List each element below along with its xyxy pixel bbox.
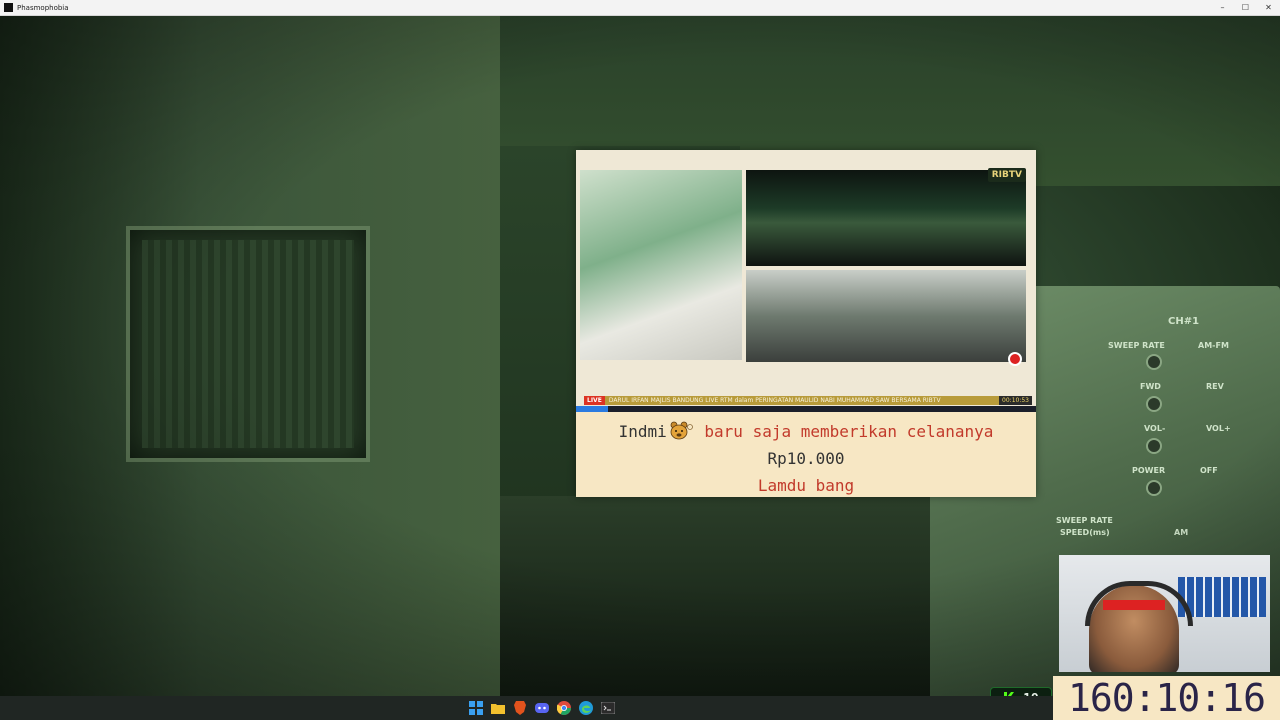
picture-frame-inner: [142, 240, 354, 448]
window-controls: – ☐ ✕: [1211, 0, 1280, 15]
terminal-icon[interactable]: [600, 700, 616, 716]
minimize-button[interactable]: –: [1211, 0, 1234, 15]
video-panel-stage: [746, 170, 1026, 266]
webcam-binders: [1178, 577, 1266, 617]
equip-label: SPEED(ms): [1060, 528, 1110, 537]
ticker-text: DARUL IRFAN MAJLIS BANDUNG LIVE RTM dala…: [608, 397, 941, 404]
donation-line-1: Indmi baru saja memberikan celananya: [576, 418, 1036, 445]
equip-label: VOL+: [1206, 424, 1231, 433]
equip-label: SWEEP RATE: [1056, 516, 1113, 525]
equip-label: SWEEP RATE: [1108, 341, 1165, 350]
equip-label: VOL-: [1144, 424, 1166, 433]
donor-name: Indmi: [618, 422, 667, 441]
close-button[interactable]: ✕: [1257, 0, 1280, 15]
ticker-clock: 00:10:53: [999, 396, 1032, 405]
equip-label: CH#1: [1168, 316, 1200, 327]
window-title-bar: Phasmophobia – ☐ ✕: [0, 0, 1280, 16]
headband: [1103, 600, 1165, 610]
app-icon: [4, 3, 13, 12]
equip-label: FWD: [1140, 382, 1161, 391]
equip-label: POWER: [1132, 466, 1166, 475]
taskbar-icons: [468, 700, 616, 716]
donation-action-text: baru saja memberikan celananya: [704, 422, 994, 441]
equipment-knob: [1146, 396, 1162, 412]
edge-icon[interactable]: [578, 700, 594, 716]
donation-amount: Rp10.000: [767, 449, 845, 468]
discord-icon[interactable]: [534, 700, 550, 716]
channel-logo-badge: RIBTV: [987, 168, 1026, 182]
bear-sticker-icon: [669, 421, 693, 441]
chrome-icon[interactable]: [556, 700, 572, 716]
equip-label: OFF: [1200, 466, 1218, 475]
equip-label: AM-FM: [1198, 341, 1229, 350]
equip-label: AM: [1174, 528, 1189, 537]
wall-picture-frame: [126, 226, 370, 462]
equipment-knob: [1146, 354, 1162, 370]
news-ticker: LIVE DARUL IRFAN MAJLIS BANDUNG LIVE RTM…: [584, 396, 1032, 405]
taskbar: [0, 696, 1053, 720]
video-progress-bar[interactable]: [576, 406, 1036, 412]
file-explorer-icon[interactable]: [490, 700, 506, 716]
donation-alert: RIBTV LIVE DARUL IRFAN MAJLIS BANDUNG LI…: [576, 150, 1036, 497]
video-panel-crowd: [746, 270, 1026, 362]
windows-start-icon[interactable]: [468, 700, 484, 716]
donation-note: Lamdu bang: [757, 476, 855, 495]
video-panel-speaker: [580, 170, 742, 360]
equip-label: REV: [1206, 382, 1224, 391]
record-icon: [1008, 352, 1022, 366]
equipment-knob: [1146, 438, 1162, 454]
donation-message: Indmi baru saja memberikan celananya Rp1…: [576, 418, 1036, 499]
live-badge: LIVE: [584, 396, 605, 405]
video-progress-played: [576, 406, 609, 412]
window-title: Phasmophobia: [17, 3, 69, 12]
brave-browser-icon[interactable]: [512, 700, 528, 716]
donation-video[interactable]: RIBTV LIVE DARUL IRFAN MAJLIS BANDUNG LI…: [576, 150, 1036, 412]
stream-timer: 160:10:16: [1053, 676, 1280, 720]
maximize-button[interactable]: ☐: [1234, 0, 1257, 15]
equipment-knob: [1146, 480, 1162, 496]
webcam-feed: [1059, 555, 1270, 672]
